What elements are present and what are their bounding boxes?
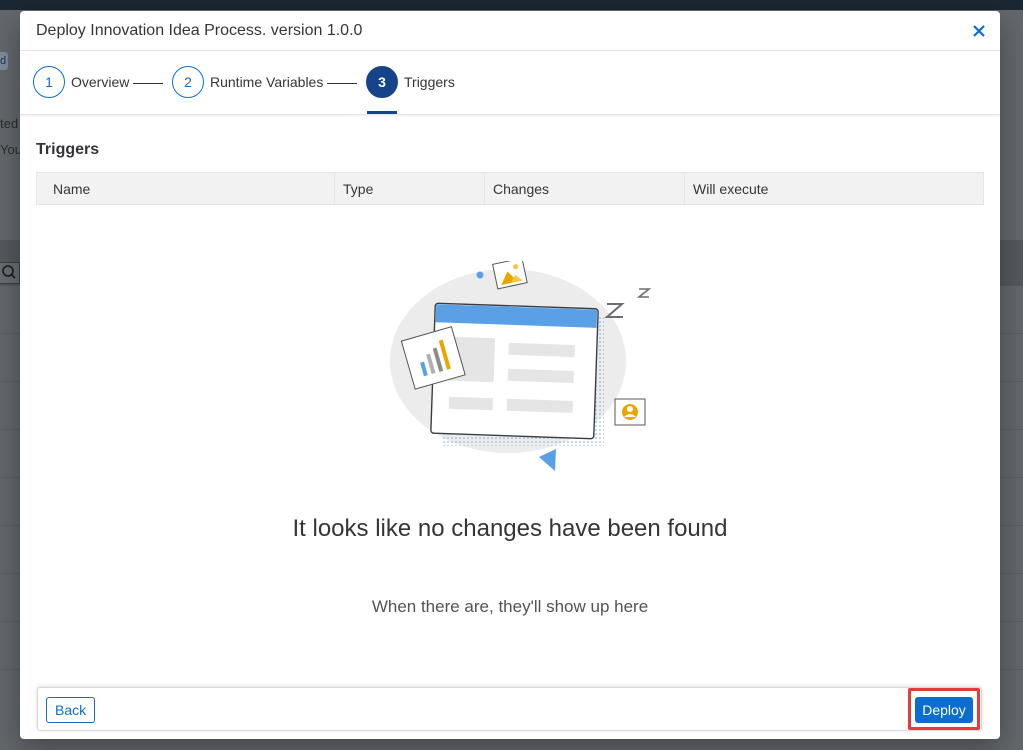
background-text-fragment: You: [0, 142, 22, 157]
dialog-footer: Back: [37, 687, 982, 731]
triggers-table-header: Name Type Changes Will execute: [36, 172, 984, 205]
empty-state-title: It looks like no changes have been found: [292, 515, 728, 542]
app-top-bar: [0, 0, 1023, 10]
step-number: 1: [33, 66, 65, 98]
column-header-type[interactable]: Type: [335, 173, 485, 204]
close-icon: [973, 25, 985, 37]
dialog-title: Deploy Innovation Idea Process. version …: [36, 22, 363, 39]
step-number: 3: [366, 66, 398, 98]
section-title: Triggers: [36, 141, 100, 158]
column-header-name[interactable]: Name: [37, 173, 335, 204]
background-search-icon: [0, 262, 20, 284]
background-badge-text: d: [0, 55, 7, 67]
wizard-step-overview[interactable]: 1 Overview: [33, 66, 129, 98]
step-label: Runtime Variables: [210, 74, 324, 90]
wizard-steps: 1 Overview 2 Runtime Variables 3 Trigger…: [20, 51, 1000, 115]
wizard-step-runtime-variables[interactable]: 2 Runtime Variables: [172, 66, 323, 98]
wizard-step-triggers[interactable]: 3 Triggers: [366, 66, 455, 98]
back-button[interactable]: Back: [46, 697, 96, 723]
empty-state-subtitle: When there are, they'll show up here: [371, 597, 649, 616]
step-connector: [327, 83, 357, 84]
step-label: Triggers: [404, 74, 455, 90]
column-header-changes[interactable]: Changes: [485, 173, 685, 204]
dialog-header: Deploy Innovation Idea Process. version …: [20, 11, 1000, 51]
step-label: Overview: [71, 74, 130, 90]
deploy-button[interactable]: Deploy: [915, 697, 973, 723]
column-header-will-execute[interactable]: Will execute: [685, 173, 983, 204]
deploy-dialog: Deploy Innovation Idea Process. version …: [20, 11, 1000, 739]
step-connector: [133, 83, 163, 84]
empty-state-illustration: [390, 261, 652, 471]
background-text-fragment: ted: [0, 116, 19, 131]
step-number: 2: [172, 66, 204, 98]
close-button[interactable]: [968, 20, 990, 42]
active-step-indicator: [367, 111, 397, 114]
background-badge: d: [0, 52, 8, 70]
